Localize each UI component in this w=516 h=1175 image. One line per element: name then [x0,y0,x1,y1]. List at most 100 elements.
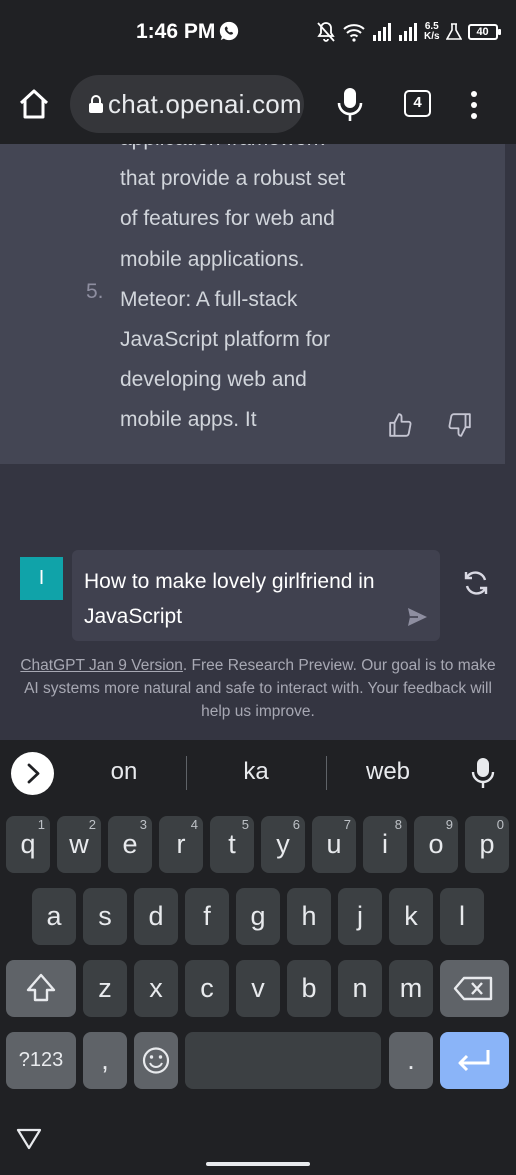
suggestion-3[interactable]: web [328,758,448,786]
key-q[interactable]: 1q [6,816,50,873]
key-g[interactable]: g [236,888,280,945]
key-label: f [203,901,211,931]
key-label: . [407,1045,415,1075]
comma-key[interactable]: , [83,1032,127,1089]
message-line: mobile apps. It [120,408,257,432]
key-label: v [251,973,265,1003]
keyboard: on ka web 1q 2w 3e 4r 5t 6y 7u 8i 9o 0p … [0,740,516,1097]
assistant-message: application framework that provide a rob… [0,144,505,464]
key-label: n [352,973,368,1003]
key-v[interactable]: v [236,960,280,1017]
key-label: b [301,973,317,1003]
tab-switcher-button[interactable]: 4 [404,90,431,117]
key-i[interactable]: 8i [363,816,407,873]
message-line: application framework [120,144,500,159]
key-label: t [228,829,236,859]
whatsapp-icon [219,21,239,41]
key-x[interactable]: x [134,960,178,1017]
key-t[interactable]: 5t [210,816,254,873]
chat-page: application framework that provide a rob… [0,144,516,740]
mic-icon[interactable] [470,756,496,790]
key-e[interactable]: 3e [108,816,152,873]
key-z[interactable]: z [83,960,127,1017]
key-label: i [382,829,388,859]
send-icon[interactable] [406,606,428,628]
message-line: Meteor: A full-stack [120,287,298,311]
browser-toolbar: chat.openai.com 4 [0,64,516,144]
key-r[interactable]: 4r [159,816,203,873]
system-nav-bar [0,1097,516,1175]
key-f[interactable]: f [185,888,229,945]
expand-toolbar-button[interactable] [11,752,54,795]
key-c[interactable]: c [185,960,229,1017]
key-w[interactable]: 2w [57,816,101,873]
period-key[interactable]: . [389,1032,433,1089]
emoji-key[interactable] [134,1032,178,1089]
key-label: w [69,829,89,859]
prompt-text: How to make lovely girlfriend in JavaScr… [84,570,375,628]
key-a[interactable]: a [32,888,76,945]
message-line: developing web and [120,368,307,392]
key-label: o [428,829,444,859]
back-triangle-icon[interactable] [16,1127,42,1151]
home-icon[interactable] [14,84,54,124]
key-label: p [479,829,495,859]
message-line: JavaScript platform for [120,328,331,352]
key-d[interactable]: d [134,888,178,945]
key-label: x [149,973,163,1003]
flask-icon [445,23,462,40]
key-j[interactable]: j [338,888,382,945]
key-label: s [98,901,112,931]
key-o[interactable]: 9o [414,816,458,873]
key-s[interactable]: s [83,888,127,945]
list-number: 5. [86,280,104,303]
shift-key[interactable] [6,960,76,1017]
backspace-icon [453,976,493,1001]
key-label: c [200,973,214,1003]
mic-icon[interactable] [334,84,366,124]
more-vert-icon[interactable] [462,88,486,122]
home-gesture-handle[interactable] [206,1162,310,1166]
user-avatar: I [20,557,63,600]
key-m[interactable]: m [389,960,433,1017]
message-line: that provide a robust set [120,167,346,191]
thumbs-up-icon[interactable] [388,412,414,438]
key-y[interactable]: 6y [261,816,305,873]
key-k[interactable]: k [389,888,433,945]
key-u[interactable]: 7u [312,816,356,873]
key-label: l [459,901,465,931]
key-label: q [20,829,36,859]
key-label: , [101,1045,109,1075]
suggestion-divider [326,756,327,790]
signal-icon [373,23,391,41]
regenerate-icon[interactable] [461,568,491,598]
key-label: u [326,829,342,859]
key-b[interactable]: b [287,960,331,1017]
suggestion-2[interactable]: ka [196,758,316,786]
key-p[interactable]: 0p [465,816,509,873]
lock-icon [89,95,103,113]
shift-icon [26,973,56,1002]
key-l[interactable]: l [440,888,484,945]
key-n[interactable]: n [338,960,382,1017]
footer-note: ChatGPT Jan 9 Version. Free Research Pre… [18,654,498,723]
url-text: chat.openai.com [108,89,302,119]
version-link[interactable]: ChatGPT Jan 9 Version [20,657,183,674]
net-speed: 6.5 K/s [424,21,440,42]
status-icons: 6.5 K/s 40 [316,18,501,46]
enter-key[interactable] [440,1032,509,1089]
space-key[interactable] [185,1032,381,1089]
key-h[interactable]: h [287,888,331,945]
key-label: h [301,901,317,931]
suggestion-1[interactable]: on [64,758,184,786]
key-label: a [46,901,62,931]
address-bar[interactable]: chat.openai.com [70,75,304,133]
message-line: of features for web and [120,207,335,231]
thumbs-down-icon[interactable] [446,412,472,438]
key-label: e [122,829,138,859]
symbols-key[interactable]: ?123 [6,1032,76,1089]
backspace-key[interactable] [440,960,509,1017]
key-label: r [176,829,186,859]
prompt-input[interactable]: How to make lovely girlfriend in JavaScr… [72,550,440,641]
battery-icon: 40 [467,24,501,40]
